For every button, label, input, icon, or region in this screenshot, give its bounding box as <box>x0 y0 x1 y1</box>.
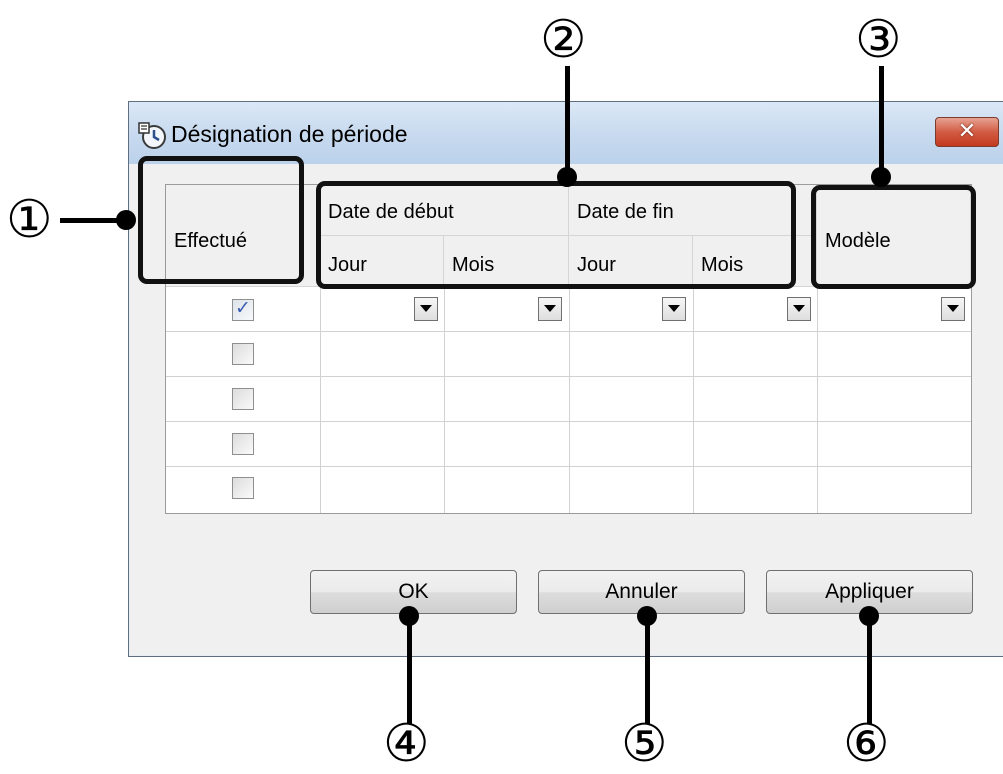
row-3-done-checkbox[interactable] <box>232 388 254 410</box>
row-divider <box>166 376 971 377</box>
chevron-down-icon <box>668 305 680 312</box>
column-divider <box>444 287 445 513</box>
close-button[interactable]: ✕ <box>935 117 999 147</box>
chevron-down-icon <box>544 305 556 312</box>
row-2-done-checkbox[interactable] <box>232 343 254 365</box>
callout-box-3 <box>811 185 976 289</box>
callout-box-2 <box>316 181 796 289</box>
checkmark-icon: ✓ <box>235 297 251 319</box>
end-month-dropdown[interactable] <box>787 297 811 321</box>
callout-line-5 <box>645 616 650 724</box>
callout-line-3 <box>879 66 884 176</box>
row-divider <box>166 331 971 332</box>
model-dropdown[interactable] <box>941 297 965 321</box>
callout-number-2: ② <box>540 10 587 70</box>
close-icon: ✕ <box>957 119 977 144</box>
callout-dot-1 <box>116 210 136 230</box>
callout-line-2 <box>565 66 570 178</box>
app-icon <box>138 122 166 149</box>
callout-number-4: ④ <box>383 714 430 774</box>
callout-line-6 <box>867 616 872 724</box>
chevron-down-icon <box>947 305 959 312</box>
dialog-title: Désignation de période <box>171 121 408 147</box>
column-divider <box>693 287 694 513</box>
column-divider <box>320 287 321 513</box>
callout-dot-6 <box>859 606 879 626</box>
column-divider <box>817 287 818 513</box>
row-divider <box>166 421 971 422</box>
start-day-dropdown[interactable] <box>414 297 438 321</box>
callout-number-1: ① <box>6 190 53 250</box>
callout-line-4 <box>407 616 412 724</box>
callout-dot-3 <box>871 167 891 187</box>
row-5-done-checkbox[interactable] <box>232 477 254 499</box>
row-4-done-checkbox[interactable] <box>232 433 254 455</box>
chevron-down-icon <box>793 305 805 312</box>
row-1-done-checkbox[interactable]: ✓ <box>232 297 254 321</box>
callout-dot-2 <box>557 167 577 187</box>
callout-box-1 <box>138 156 304 284</box>
callout-number-3: ③ <box>855 10 902 70</box>
callout-number-5: ⑤ <box>621 714 668 774</box>
row-divider <box>166 466 971 467</box>
column-divider <box>569 287 570 513</box>
callout-dot-4 <box>399 606 419 626</box>
chevron-down-icon <box>420 305 432 312</box>
end-day-dropdown[interactable] <box>662 297 686 321</box>
callout-number-6: ⑥ <box>843 714 890 774</box>
callout-dot-5 <box>637 606 657 626</box>
start-month-dropdown[interactable] <box>538 297 562 321</box>
